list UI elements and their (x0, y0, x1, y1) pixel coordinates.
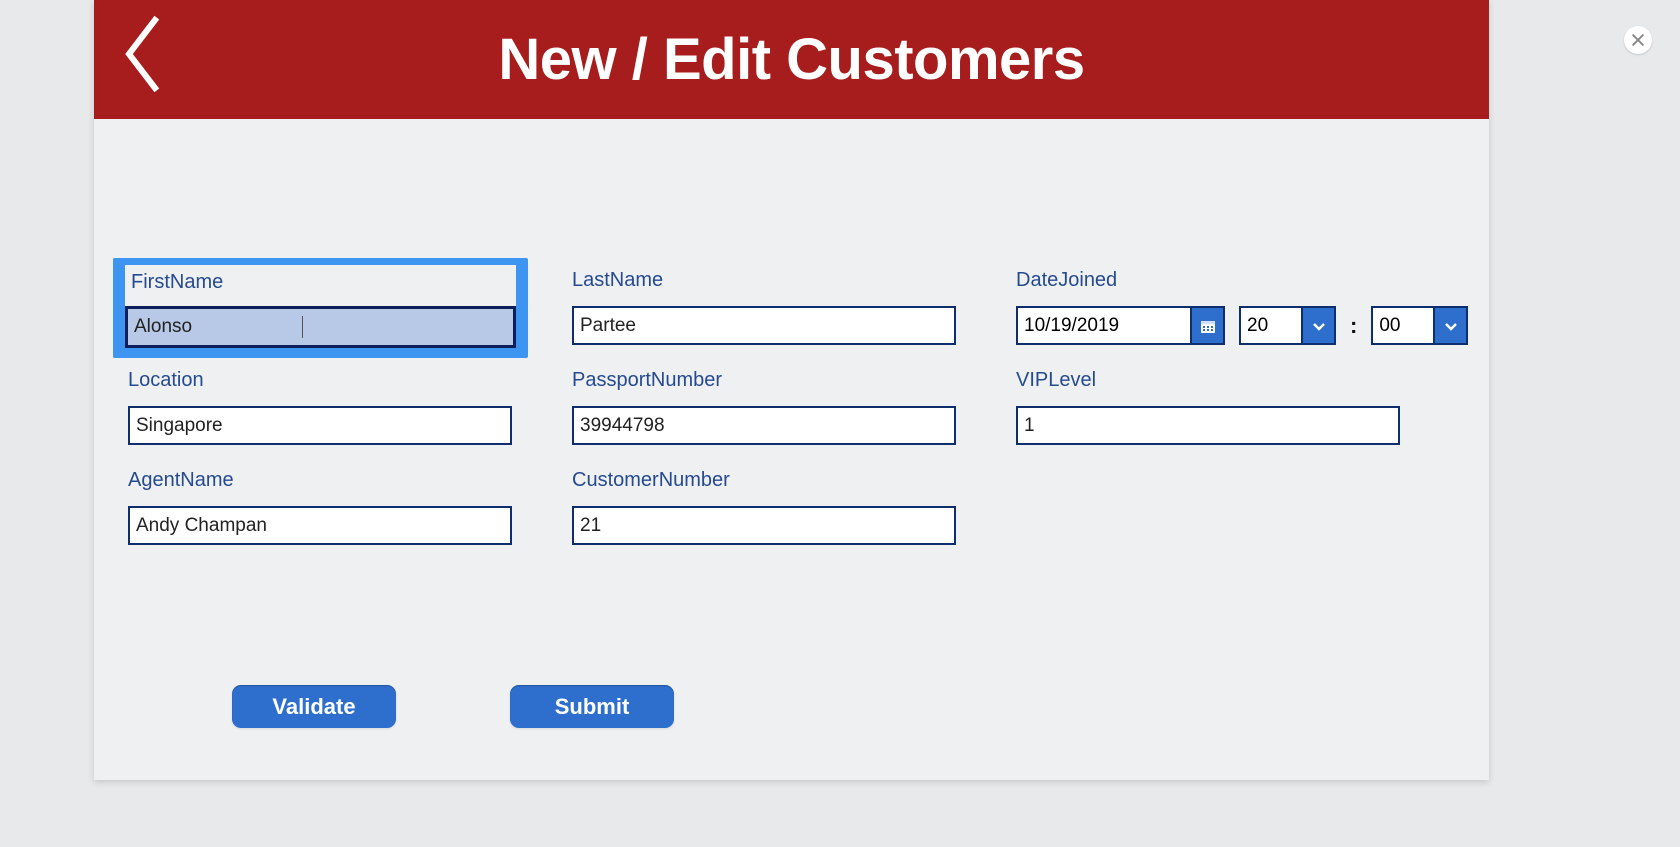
customer-number-field: CustomerNumber (572, 469, 956, 545)
first-name-selection: FirstName Alonso (113, 258, 528, 358)
first-name-value: Alonso (134, 316, 192, 338)
last-name-label: LastName (572, 269, 956, 292)
chevron-left-icon (121, 14, 161, 94)
vip-level-label: VIPLevel (1016, 369, 1400, 392)
last-name-input[interactable] (572, 306, 956, 345)
first-name-label: FirstName (131, 271, 516, 294)
agent-name-field: AgentName (128, 469, 512, 545)
submit-button[interactable]: Submit (510, 685, 674, 728)
dialog-header: New / Edit Customers (94, 0, 1489, 119)
passport-number-label: PassportNumber (572, 369, 956, 392)
text-caret-icon (302, 316, 304, 338)
passport-number-field: PassportNumber (572, 369, 956, 445)
close-button[interactable] (1624, 26, 1652, 54)
passport-number-input[interactable] (572, 406, 956, 445)
date-joined-label: DateJoined (1016, 269, 1442, 292)
location-label: Location (128, 369, 512, 392)
time-separator: : (1350, 313, 1357, 339)
last-name-field: LastName (572, 269, 956, 345)
validate-button[interactable]: Validate (232, 685, 396, 728)
calendar-icon (1200, 318, 1216, 334)
chevron-down-icon (1311, 318, 1327, 334)
chevron-down-icon (1443, 318, 1459, 334)
customer-number-label: CustomerNumber (572, 469, 956, 492)
minute-select (1371, 306, 1468, 345)
agent-name-input[interactable] (128, 506, 512, 545)
date-joined-date-box (1016, 306, 1225, 345)
customer-form: FirstName Alonso LastName DateJoined (94, 119, 1489, 780)
close-icon (1632, 34, 1644, 46)
location-field: Location (128, 369, 512, 445)
back-button[interactable] (118, 10, 164, 98)
minute-dropdown-button[interactable] (1433, 308, 1466, 343)
minute-input[interactable] (1373, 308, 1433, 343)
hour-dropdown-button[interactable] (1301, 308, 1334, 343)
hour-input[interactable] (1241, 308, 1301, 343)
dialog-panel: New / Edit Customers FirstName Alonso La… (94, 0, 1489, 780)
customer-number-input[interactable] (572, 506, 956, 545)
agent-name-label: AgentName (128, 469, 512, 492)
date-joined-field: DateJoined (1016, 269, 1442, 345)
location-input[interactable] (128, 406, 512, 445)
vip-level-input[interactable] (1016, 406, 1400, 445)
first-name-input[interactable]: Alonso (125, 306, 516, 348)
dialog-title: New / Edit Customers (498, 26, 1084, 93)
date-joined-date-input[interactable] (1018, 308, 1190, 343)
hour-select (1239, 306, 1336, 345)
date-picker-button[interactable] (1190, 308, 1223, 343)
vip-level-field: VIPLevel (1016, 369, 1400, 445)
